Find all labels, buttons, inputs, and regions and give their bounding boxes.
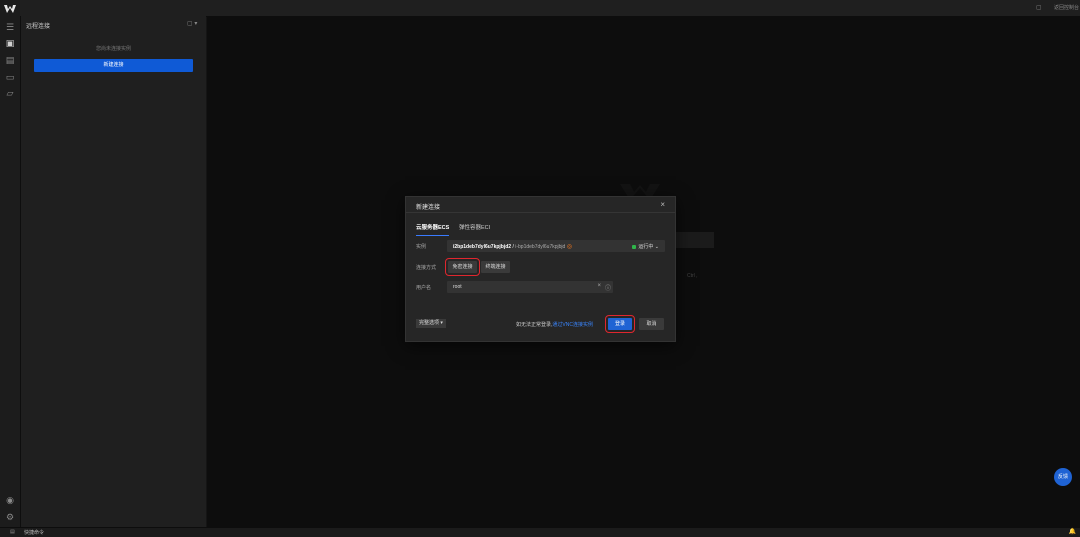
back-to-console-link[interactable]: 返回控制台	[1054, 4, 1079, 11]
instance-select[interactable]: i2bp1deb7dyl6u7kpjbjd2 / i-bp1deb7dyl6u7…	[447, 240, 665, 252]
icon-rail: ☰ ▣ ▤ ▭ ▱ ◉ ⚙	[0, 0, 21, 527]
clear-icon[interactable]: ×	[597, 283, 601, 289]
connection-sidebar: 远程连接 ▢ ▾ 您尚未连接实例 新建连接	[21, 16, 206, 527]
close-icon[interactable]: ×	[660, 200, 665, 209]
username-field[interactable]: root × ⓘ	[447, 281, 613, 293]
bell-icon[interactable]: 🔔	[1069, 528, 1076, 535]
command-icon: ▤	[10, 529, 15, 535]
cancel-button[interactable]: 取消	[639, 318, 664, 330]
vnc-tip: 如无法正常登录,通过VNC连接实例	[516, 321, 593, 328]
tab-eci[interactable]: 弹性容器ECI	[459, 223, 490, 235]
dialog-title: 新建连接	[416, 205, 441, 211]
user-icon[interactable]: ◉	[5, 495, 15, 505]
sidebar-tools-icon[interactable]: ▢ ▾	[187, 20, 197, 27]
divider	[406, 212, 675, 213]
instances-icon[interactable]: ▤	[5, 55, 15, 65]
instance-separator: /	[512, 244, 514, 250]
settings-icon[interactable]: ⚙	[5, 512, 15, 522]
help-icon[interactable]: ⓘ	[605, 283, 611, 292]
files-icon[interactable]: ▱	[5, 88, 15, 98]
new-connection-dialog: 新建连接 × 云服务器ECS 弹性容器ECI 实例 i2bp1deb7dyl6u…	[405, 196, 676, 342]
tab-ecs[interactable]: 云服务器ECS	[416, 223, 450, 236]
top-bar: ▢ 返回控制台	[20, 0, 1080, 17]
quick-command-label[interactable]: 快捷命令	[24, 529, 44, 536]
username-label: 用户名	[416, 285, 432, 291]
instance-id: i-bp1deb7dyl6u7kpjbjd	[515, 244, 566, 250]
instance-text: i2bp1deb7dyl6u7kpjbjd2 / i-bp1deb7dyl6u7…	[453, 243, 572, 250]
new-connection-button[interactable]: 新建连接	[34, 59, 193, 72]
username-value: root	[453, 284, 462, 290]
vnc-tip-text: 如无法正常登录,	[516, 322, 553, 328]
advanced-options-label: 完整选项	[419, 320, 440, 326]
empty-hint: 您尚未连接实例	[95, 46, 131, 52]
vnc-link[interactable]: 通过VNC连接实例	[552, 322, 593, 328]
remote-connection-icon[interactable]: ▣	[5, 38, 15, 48]
instance-name: i2bp1deb7dyl6u7kpjbjd2	[453, 244, 512, 250]
sidebar-title: 远程连接	[26, 24, 51, 30]
feedback-button[interactable]: 反馈	[1054, 468, 1072, 486]
chat-icon[interactable]: ▢	[1036, 4, 1042, 11]
folder-icon[interactable]: ▭	[5, 72, 15, 82]
passwordless-connect-option[interactable]: 免密连接	[445, 258, 480, 276]
status-text: 运行中	[638, 244, 654, 250]
ubuntu-icon: ◎	[566, 244, 572, 250]
app-logo-icon	[4, 5, 16, 13]
instance-status: 运行中 ⌄	[632, 243, 659, 250]
login-button[interactable]: 登录	[605, 315, 635, 333]
terminal-connect-option[interactable]: 终端连接	[481, 261, 510, 273]
menu-icon[interactable]: ☰	[5, 22, 15, 32]
instance-label: 实例	[416, 244, 427, 250]
method-label: 连接方式	[416, 265, 437, 271]
status-dot	[632, 244, 637, 249]
chevron-down-icon: ⌄	[654, 244, 659, 250]
advanced-options-button[interactable]: 完整选项 ▾	[416, 319, 446, 328]
